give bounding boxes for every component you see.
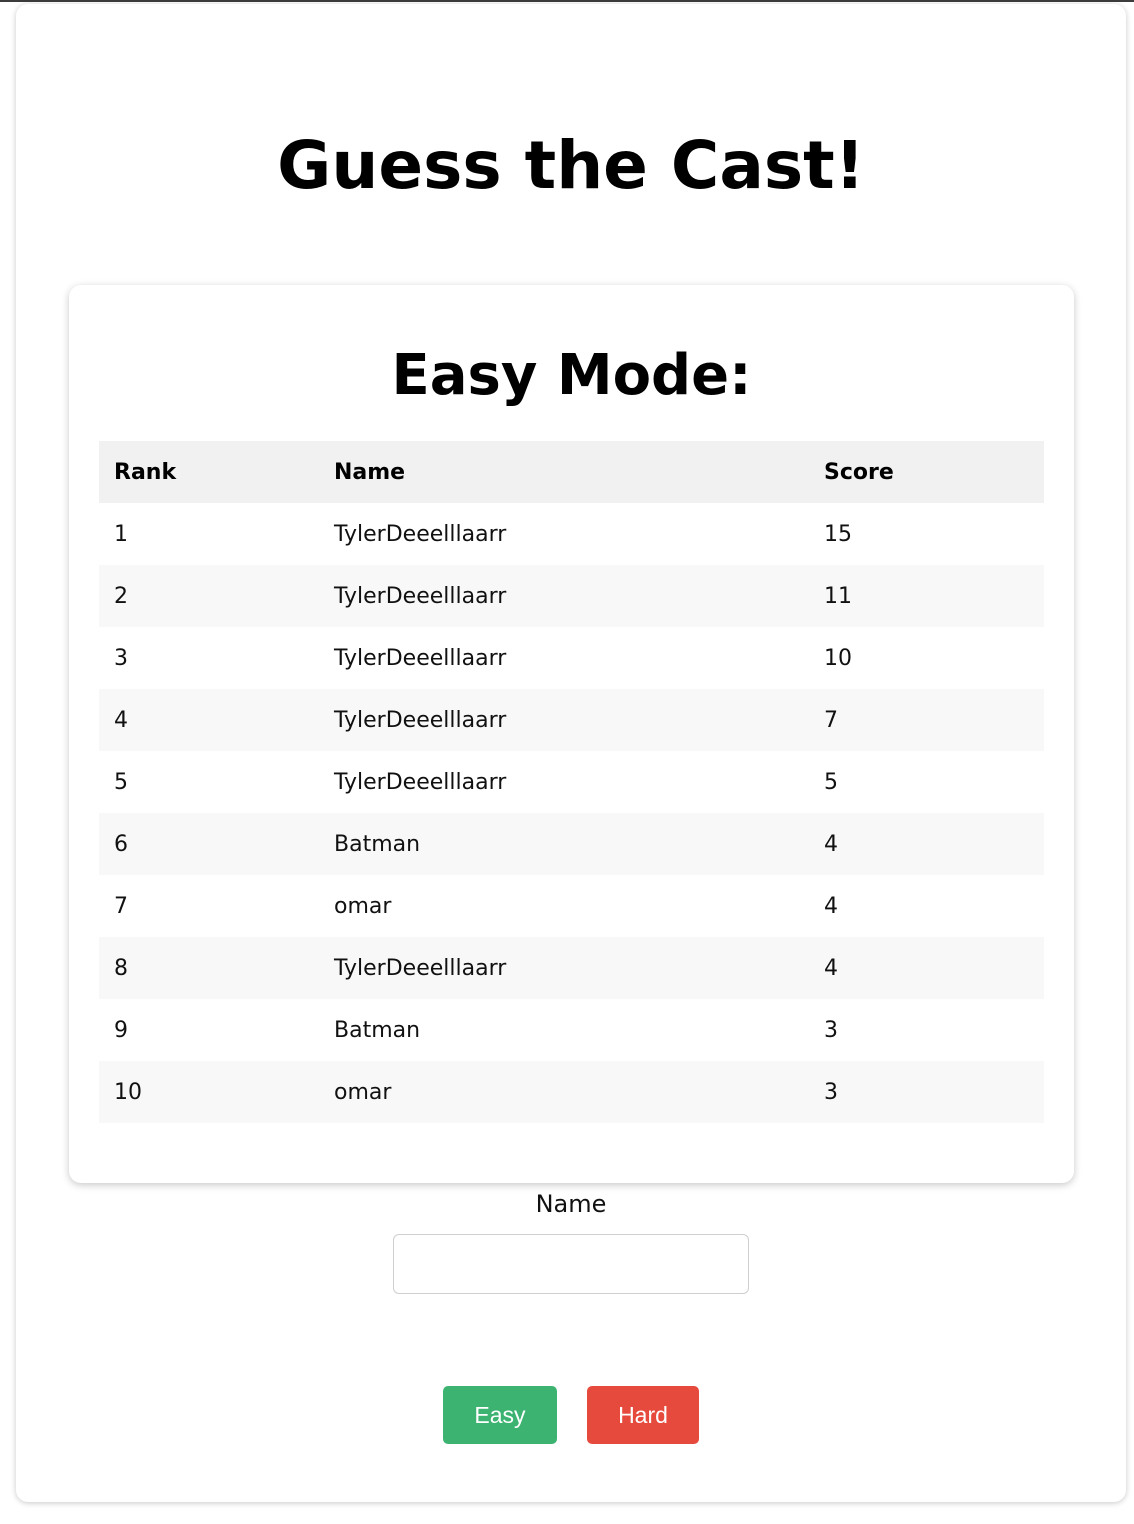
score-cell: 4 [824, 955, 838, 981]
name-cell: TylerDeeelllaarr [334, 769, 507, 795]
rank-cell: 6 [114, 831, 128, 857]
leaderboard-title: Easy Mode: [391, 343, 752, 408]
table-row: 4 TylerDeeelllaarr 7 [99, 689, 1044, 751]
rank-cell: 4 [114, 707, 128, 733]
rank-cell: 10 [114, 1079, 142, 1105]
table-row: 2 TylerDeeelllaarr 11 [99, 565, 1044, 627]
main-card: Guess the Cast! Easy Mode: Rank Name Sco… [16, 4, 1126, 1502]
name-input[interactable] [393, 1234, 749, 1294]
window-top-border [0, 0, 1134, 2]
score-cell: 7 [824, 707, 838, 733]
column-header-rank: Rank [114, 459, 177, 485]
column-header-name: Name [334, 459, 406, 485]
page-title: Guess the Cast! [277, 127, 865, 204]
name-cell: TylerDeeelllaarr [334, 955, 507, 981]
name-label: Name [535, 1190, 607, 1218]
name-cell: Batman [334, 1017, 421, 1043]
column-header-score: Score [824, 459, 894, 485]
rank-cell: 2 [114, 583, 128, 609]
table-row: 6 Batman 4 [99, 813, 1044, 875]
score-cell: 10 [824, 645, 852, 671]
name-cell: omar [334, 893, 392, 919]
table-row: 5 TylerDeeelllaarr 5 [99, 751, 1044, 813]
score-cell: 5 [824, 769, 838, 795]
rank-cell: 8 [114, 955, 128, 981]
score-cell: 11 [824, 583, 852, 609]
score-cell: 3 [824, 1079, 838, 1105]
rank-cell: 1 [114, 521, 128, 547]
hard-button[interactable]: Hard [587, 1386, 699, 1444]
table-header-row: Rank Name Score [99, 441, 1044, 503]
score-cell: 4 [824, 831, 838, 857]
easy-button[interactable]: Easy [443, 1386, 557, 1444]
leaderboard-table: Rank Name Score 1 TylerDeeelllaarr 15 2 … [99, 441, 1044, 1123]
table-row: 1 TylerDeeelllaarr 15 [99, 503, 1044, 565]
name-cell: TylerDeeelllaarr [334, 645, 507, 671]
name-cell: TylerDeeelllaarr [334, 521, 507, 547]
rank-cell: 5 [114, 769, 128, 795]
score-cell: 15 [824, 521, 852, 547]
table-row: 9 Batman 3 [99, 999, 1044, 1061]
rank-cell: 9 [114, 1017, 128, 1043]
rank-cell: 3 [114, 645, 128, 671]
table-row: 7 omar 4 [99, 875, 1044, 937]
score-cell: 3 [824, 1017, 838, 1043]
name-cell: TylerDeeelllaarr [334, 583, 507, 609]
name-cell: TylerDeeelllaarr [334, 707, 507, 733]
name-cell: omar [334, 1079, 392, 1105]
table-row: 8 TylerDeeelllaarr 4 [99, 937, 1044, 999]
leaderboard-card: Easy Mode: Rank Name Score 1 TylerDeeell… [69, 285, 1074, 1183]
score-cell: 4 [824, 893, 838, 919]
rank-cell: 7 [114, 893, 128, 919]
table-row: 3 TylerDeeelllaarr 10 [99, 627, 1044, 689]
name-cell: Batman [334, 831, 421, 857]
table-row: 10 omar 3 [99, 1061, 1044, 1123]
